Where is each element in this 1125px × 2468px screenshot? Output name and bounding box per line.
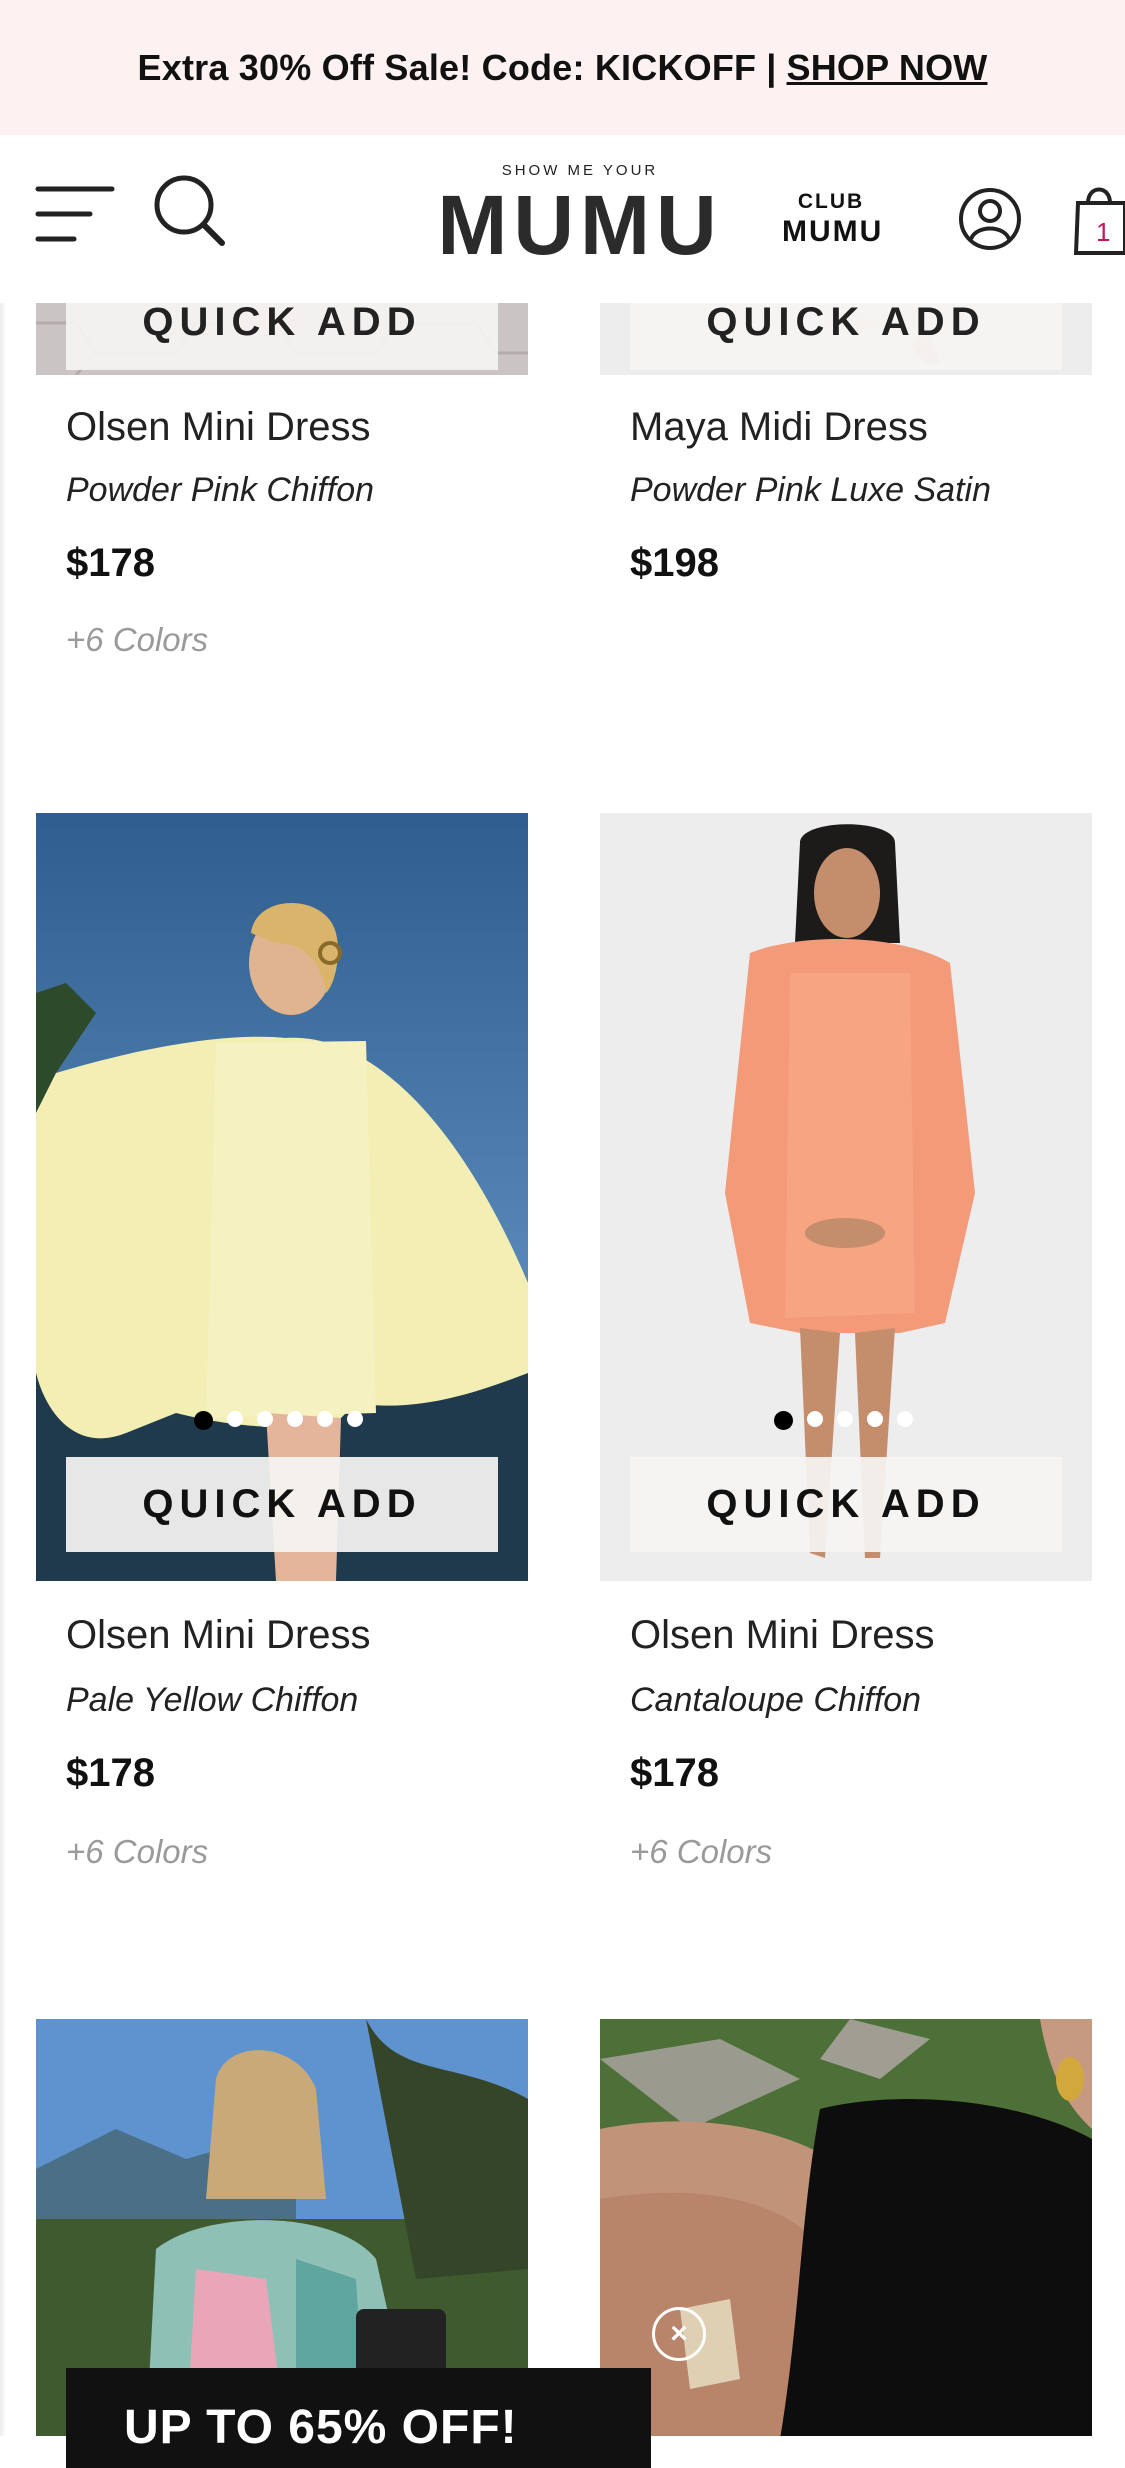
promo-text: Extra 30% Off Sale! Code: KICKOFF (137, 46, 757, 88)
carousel-dot[interactable] (227, 1411, 243, 1427)
club-label-top: CLUB (797, 190, 865, 213)
more-colors[interactable]: +6 Colors (630, 1833, 772, 1871)
product-image[interactable]: QUICK ADD (600, 813, 1092, 1581)
site-header: SHOW ME YOUR MUMU CLUB MUMU 1 (0, 135, 1125, 303)
product-card[interactable]: QUICK ADD Maya Midi Dress Powder Pink Lu… (600, 303, 1092, 703)
carousel-dot[interactable] (807, 1411, 823, 1427)
promo-separator: | (766, 46, 777, 88)
carousel-dot[interactable] (317, 1411, 333, 1427)
cart-count: 1 (1096, 217, 1111, 247)
quick-add-button[interactable]: QUICK ADD (66, 1457, 498, 1552)
carousel-dot[interactable] (867, 1411, 883, 1427)
product-color: Powder Pink Luxe Satin (630, 471, 991, 509)
shop-now-link[interactable]: SHOP NOW (787, 47, 988, 89)
product-image[interactable]: QUICK ADD (36, 303, 528, 375)
product-name[interactable]: Olsen Mini Dress (66, 405, 371, 450)
club-mumu-link[interactable]: CLUB MUMU (782, 187, 884, 248)
product-name[interactable]: Olsen Mini Dress (66, 1613, 371, 1658)
carousel-dot[interactable] (287, 1411, 303, 1427)
account-icon[interactable] (958, 187, 1022, 251)
carousel-dot[interactable] (897, 1411, 913, 1427)
bottom-promo-text: UP TO 65% OFF! (124, 2401, 518, 2454)
carousel-dot[interactable] (257, 1411, 273, 1427)
product-color: Cantaloupe Chiffon (630, 1681, 922, 1719)
product-price: $178 (630, 1751, 719, 1795)
product-image[interactable]: QUICK ADD (36, 813, 528, 1581)
product-name[interactable]: Maya Midi Dress (630, 405, 928, 450)
product-name[interactable]: Olsen Mini Dress (630, 1613, 935, 1658)
product-color: Pale Yellow Chiffon (66, 1681, 359, 1719)
drawer-edge-shadow (0, 303, 6, 2436)
carousel-dots (194, 1411, 363, 1430)
product-image[interactable]: QUICK ADD (600, 303, 1092, 375)
quick-add-button[interactable]: QUICK ADD (66, 303, 498, 370)
carousel-dot[interactable] (837, 1411, 853, 1427)
carousel-dots (774, 1411, 913, 1430)
promo-bar: Extra 30% Off Sale! Code: KICKOFF | SHOP… (0, 0, 1125, 135)
product-price: $198 (630, 541, 719, 585)
carousel-dot[interactable] (347, 1411, 363, 1427)
quick-add-button[interactable]: QUICK ADD (630, 1457, 1062, 1552)
club-label-bottom: MUMU (782, 215, 884, 248)
quick-add-button[interactable]: QUICK ADD (630, 303, 1062, 370)
logo[interactable]: MUMU (0, 175, 1125, 275)
close-icon[interactable]: × (652, 2307, 706, 2361)
product-price: $178 (66, 541, 155, 585)
carousel-dot[interactable] (774, 1411, 793, 1430)
product-price: $178 (66, 1751, 155, 1795)
carousel-dot[interactable] (194, 1411, 213, 1430)
more-colors[interactable]: +6 Colors (66, 621, 208, 659)
product-card[interactable]: QUICK ADD Olsen Mini Dress Pale Yellow C… (36, 813, 528, 1870)
product-card[interactable]: QUICK ADD Olsen Mini Dress Cantaloupe Ch… (600, 813, 1092, 1870)
bottom-promo-banner[interactable]: UP TO 65% OFF! (66, 2368, 651, 2468)
product-color: Powder Pink Chiffon (66, 471, 375, 509)
product-grid: QUICK ADD Olsen Mini Dress Powder Pink C… (0, 303, 1125, 2436)
product-card[interactable] (600, 2019, 1092, 2436)
product-card[interactable]: QUICK ADD Olsen Mini Dress Powder Pink C… (36, 303, 528, 703)
product-photo (600, 2019, 1092, 2436)
product-image[interactable] (600, 2019, 1092, 2436)
more-colors[interactable]: +6 Colors (66, 1833, 208, 1871)
